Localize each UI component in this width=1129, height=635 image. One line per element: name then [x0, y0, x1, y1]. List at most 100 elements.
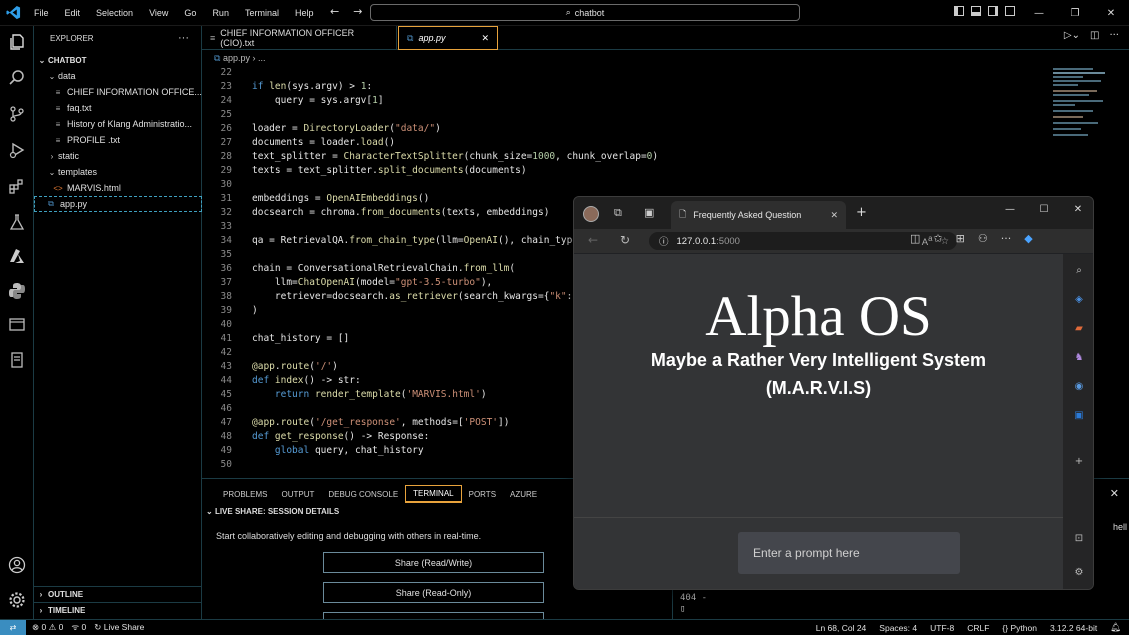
split-editor-icon[interactable]: ◫ — [1090, 30, 1099, 41]
tree-item-cio-file[interactable]: ≡ CHIEF INFORMATION OFFICE... — [34, 84, 202, 100]
close-icon[interactable]: ✕ — [1093, 0, 1129, 26]
tab-app-py[interactable]: ⧉ app.py ✕ — [398, 26, 498, 50]
code-line[interactable]: 24 query = sys.argv[1] — [202, 94, 1062, 108]
back-icon[interactable]: ← — [588, 233, 598, 247]
settings-gear-icon[interactable] — [7, 590, 27, 610]
remote-indicator-icon[interactable]: ⇄ — [0, 619, 26, 635]
customize-layout-icon[interactable] — [1005, 6, 1015, 16]
maximize-icon[interactable]: ☐ — [1027, 197, 1061, 221]
minimap[interactable] — [1050, 66, 1118, 156]
language-mode[interactable]: {} Python — [1002, 623, 1037, 633]
line-endings[interactable]: CRLF — [967, 623, 989, 633]
share-read-write-button[interactable]: Share (Read/Write) — [323, 552, 544, 573]
hide-sidebar-icon[interactable]: ⊡ — [1071, 530, 1087, 546]
run-debug-icon[interactable] — [7, 140, 27, 160]
profile-avatar[interactable] — [583, 206, 599, 222]
live-share-status[interactable]: ↻ Live Share — [94, 622, 144, 633]
tree-item-profile[interactable]: ≡ PROFILE .txt — [34, 132, 202, 148]
more-actions-icon[interactable]: ··· — [178, 32, 189, 44]
tree-item-static[interactable]: › static — [34, 148, 202, 164]
live-share-section-header[interactable]: ⌄ LIVE SHARE: SESSION DETAILS — [206, 507, 339, 516]
restore-icon[interactable]: ❐ — [1057, 0, 1093, 26]
tree-item-templates[interactable]: ⌄ templates — [34, 164, 202, 180]
settings-gear-icon[interactable]: ⚙ — [1071, 564, 1087, 580]
azure-icon[interactable] — [7, 246, 27, 266]
tree-item-app-py[interactable]: ⧉ app.py — [34, 196, 202, 212]
tab-terminal[interactable]: TERMINAL — [405, 485, 462, 503]
code-line[interactable]: 23 if len(sys.argv) > 1: — [202, 80, 1062, 94]
terminal-shell-label[interactable]: hell — [1113, 522, 1127, 532]
tab-output[interactable]: OUTPUT — [274, 485, 321, 503]
close-tab-icon[interactable]: ✕ — [830, 210, 838, 221]
testing-flask-icon[interactable] — [7, 212, 27, 232]
python-interpreter[interactable]: 3.12.2 64-bit — [1050, 623, 1097, 633]
menu-view[interactable]: View — [141, 8, 176, 18]
extensions-icon[interactable] — [7, 176, 27, 196]
code-line[interactable]: 22 — [202, 66, 1062, 80]
workspace-root[interactable]: ⌄ CHATBOT — [34, 52, 202, 68]
code-line[interactable]: 27 documents = loader.load() — [202, 136, 1062, 150]
minimize-icon[interactable]: — — [1021, 0, 1057, 26]
copilot-sidebar-icon[interactable]: ◉ — [1071, 378, 1087, 394]
outline-section[interactable]: › OUTLINE — [34, 586, 202, 602]
browser-tab-faq[interactable]: 🗋︎ Frequently Asked Question ✕ — [671, 201, 846, 229]
breadcrumb-symbol[interactable]: ... — [258, 53, 266, 63]
prompt-input[interactable]: Enter a prompt here — [738, 532, 960, 574]
code-line[interactable]: 30 — [202, 178, 1062, 192]
outlook-icon[interactable]: ▣ — [1071, 407, 1087, 423]
menu-run[interactable]: Run — [204, 8, 237, 18]
menu-go[interactable]: Go — [176, 8, 204, 18]
code-line[interactable]: 25 — [202, 108, 1062, 122]
tab-azure[interactable]: AZURE — [503, 485, 544, 503]
code-line[interactable]: 29 texts = text_splitter.split_documents(… — [202, 164, 1062, 178]
ports-status[interactable]: ᯤ 0 — [71, 622, 86, 633]
close-tab-icon[interactable]: ✕ — [481, 33, 489, 44]
indentation[interactable]: Spaces: 4 — [879, 623, 917, 633]
remote-explorer-icon[interactable] — [7, 315, 27, 335]
tools-icon[interactable]: ▰ — [1071, 320, 1087, 336]
minimize-icon[interactable]: — — [993, 197, 1027, 221]
tab-debug-console[interactable]: DEBUG CONSOLE — [321, 485, 405, 503]
notifications-bell-icon[interactable]: 🔔︎ — [1110, 622, 1121, 633]
toggle-secondary-sidebar-icon[interactable] — [988, 6, 998, 16]
search-icon[interactable] — [7, 68, 27, 88]
code-line[interactable]: 26 loader = DirectoryLoader("data/") — [202, 122, 1062, 136]
tree-item-data[interactable]: ⌄ data — [34, 68, 202, 84]
explorer-icon[interactable] — [7, 32, 27, 52]
menu-selection[interactable]: Selection — [88, 8, 141, 18]
workspaces-icon[interactable]: ⧉ — [614, 206, 622, 220]
run-icon[interactable]: ▷⌄ — [1064, 30, 1080, 41]
cursor-position[interactable]: Ln 68, Col 24 — [816, 623, 867, 633]
tree-item-marvis-html[interactable]: <> MARVIS.html — [34, 180, 202, 196]
tab-problems[interactable]: PROBLEMS — [216, 485, 274, 503]
new-tab-button[interactable]: + — [856, 205, 867, 220]
code-line[interactable]: 28 text_splitter = CharacterTextSplitter(… — [202, 150, 1062, 164]
extensions-icon[interactable]: ⚇ — [978, 232, 988, 245]
info-icon[interactable]: ⓘ — [659, 234, 669, 248]
encoding[interactable]: UTF-8 — [930, 623, 954, 633]
notebook-icon[interactable] — [7, 350, 27, 370]
share-read-only-button[interactable]: Share (Read-Only) — [323, 582, 544, 603]
shopping-tag-icon[interactable]: ◈ — [1071, 291, 1087, 307]
split-screen-icon[interactable]: ◫ — [910, 232, 920, 245]
python-icon[interactable] — [7, 281, 27, 301]
menu-file[interactable]: File — [26, 8, 57, 18]
close-panel-icon[interactable]: ✕ — [1110, 487, 1119, 500]
close-icon[interactable]: ✕ — [1061, 197, 1093, 221]
tab-ports[interactable]: PORTS — [462, 485, 503, 503]
refresh-icon[interactable]: ↻ — [620, 233, 630, 247]
search-icon[interactable]: ⌕ — [1071, 262, 1087, 278]
games-icon[interactable]: ♞ — [1071, 349, 1087, 365]
breadcrumb-file[interactable]: app.py — [223, 53, 250, 63]
favorites-icon[interactable]: ✩ — [933, 232, 942, 245]
tree-item-history[interactable]: ≡ History of Klang Administratio... — [34, 116, 202, 132]
add-sidebar-app-icon[interactable]: + — [1071, 453, 1087, 469]
copilot-icon[interactable]: ◆ — [1024, 232, 1032, 245]
command-center-search[interactable]: ⌕ chatbot — [370, 4, 800, 21]
menu-terminal[interactable]: Terminal — [237, 8, 287, 18]
toggle-panel-icon[interactable] — [971, 6, 981, 16]
more-icon[interactable]: ··· — [1001, 232, 1012, 245]
tree-item-faq[interactable]: ≡ faq.txt — [34, 100, 202, 116]
menu-edit[interactable]: Edit — [57, 8, 89, 18]
source-control-icon[interactable] — [7, 104, 27, 124]
